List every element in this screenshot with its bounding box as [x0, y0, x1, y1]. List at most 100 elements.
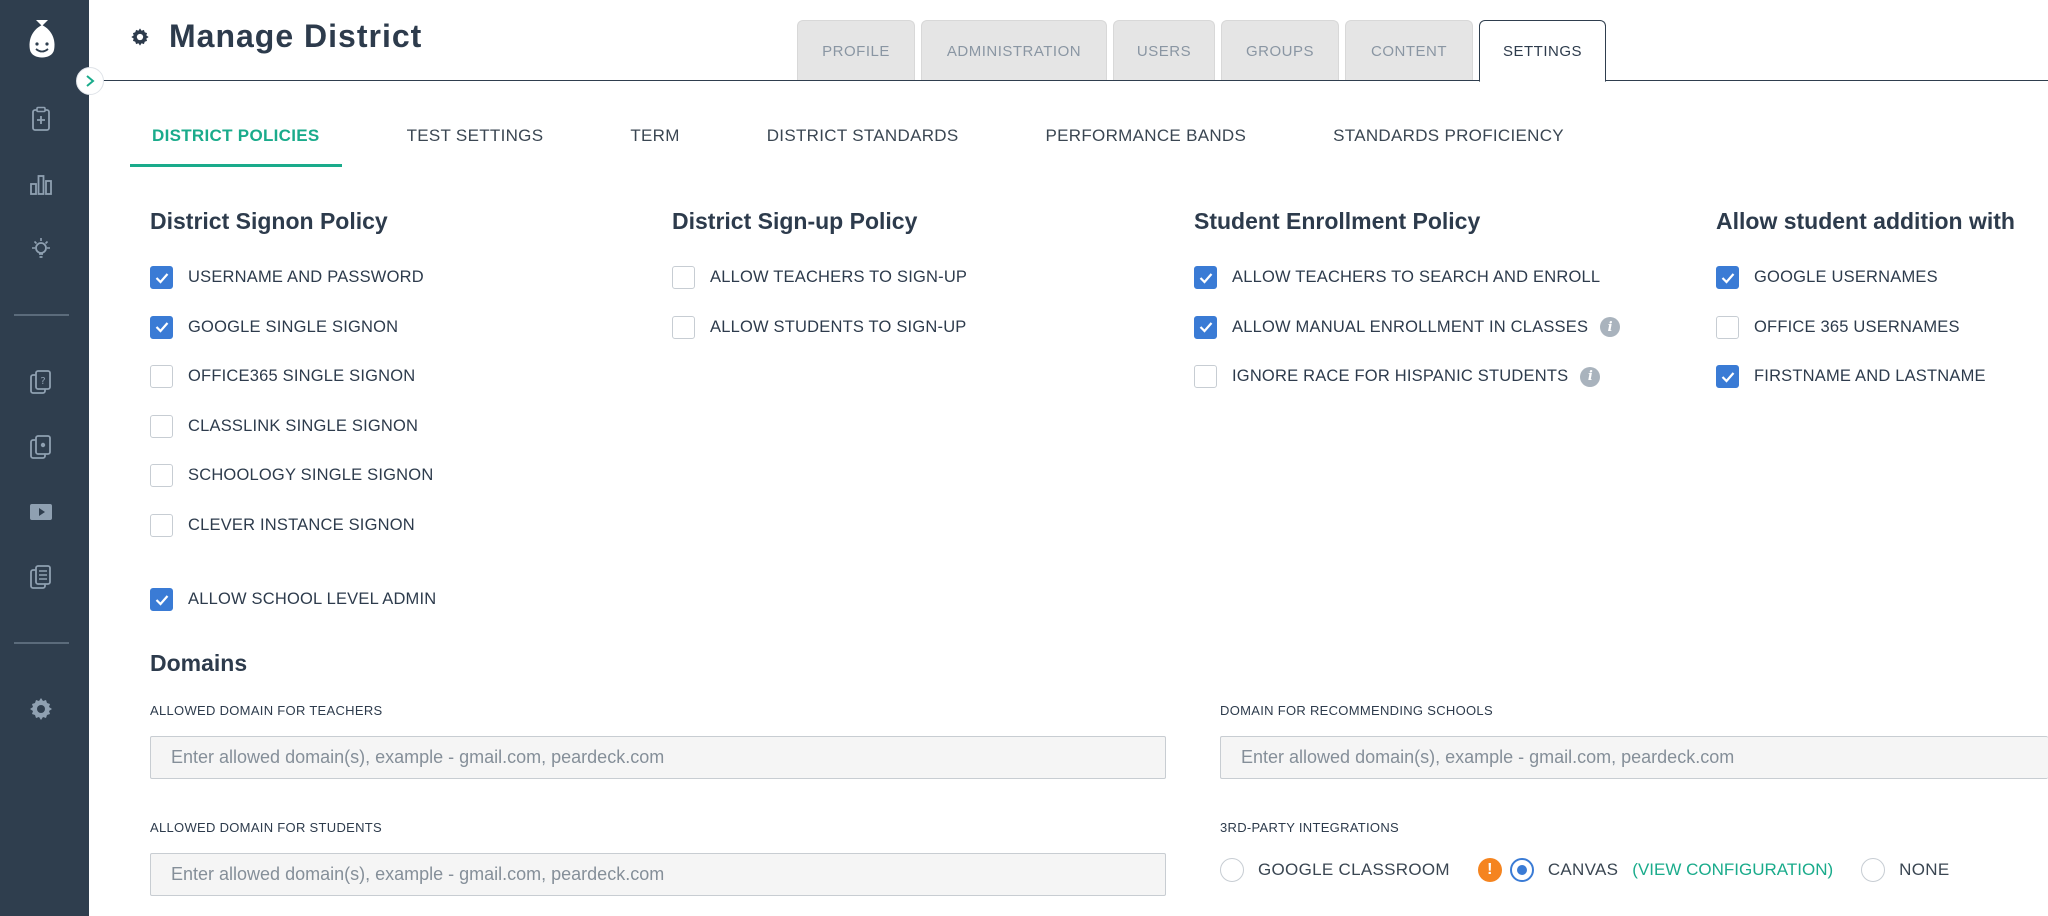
info-icon[interactable]: i [1580, 366, 1601, 387]
signon-option: CLASSLINK SINGLE SIGNON [150, 402, 433, 452]
sidebar-expand-button[interactable] [76, 67, 104, 95]
tab-administration[interactable]: ADMINISTRATION [921, 20, 1107, 81]
option-label: GOOGLE USERNAMES [1754, 268, 1938, 287]
checkbox[interactable] [1716, 315, 1739, 339]
teachers-domain-input[interactable] [150, 736, 1166, 779]
students-domain-label: ALLOWED DOMAIN FOR STUDENTS [150, 820, 383, 835]
test-library-icon[interactable] [25, 431, 57, 463]
check-icon [1721, 273, 1734, 284]
page-title: Manage District [169, 18, 423, 54]
sidebar-divider [14, 642, 69, 644]
checkbox[interactable] [150, 588, 173, 612]
chevron-right-icon [86, 75, 95, 87]
subtab-standards-proficiency[interactable]: STANDARDS PROFICIENCY [1311, 126, 1586, 167]
addition-option: OFFICE 365 USERNAMES [1716, 303, 2015, 353]
view-configuration-link[interactable]: (VIEW CONFIGURATION) [1632, 860, 1833, 880]
checkbox[interactable] [150, 414, 173, 438]
section-title: District Signon Policy [150, 208, 388, 234]
subtab-performance-bands[interactable]: PERFORMANCE BANDS [1024, 126, 1269, 167]
question-bank-icon[interactable]: ? [25, 366, 57, 398]
lightbulb-icon[interactable] [25, 233, 57, 265]
canvas-label: CANVAS [1547, 860, 1619, 879]
reports-icon[interactable] [25, 168, 57, 200]
students-domain-input[interactable] [150, 853, 1166, 896]
tab-profile[interactable]: PROFILE [797, 20, 915, 81]
enrollment-option: ALLOW TEACHERS TO SEARCH AND ENROLL [1194, 253, 1620, 303]
option-label: USERNAME AND PASSWORD [188, 268, 424, 287]
option-label: CLASSLINK SINGLE SIGNON [188, 416, 419, 435]
check-icon [1199, 322, 1212, 333]
option-label: GOOGLE SINGLE SIGNON [188, 317, 399, 336]
sub-tabs: DISTRICT POLICIES TEST SETTINGS TERM DIS… [130, 126, 1629, 167]
header-divider [101, 80, 2048, 81]
recommending-domain-label: DOMAIN FOR RECOMMENDING SCHOOLS [1220, 703, 1493, 718]
tab-users[interactable]: USERS [1113, 20, 1215, 81]
tab-settings[interactable]: SETTINGS [1479, 20, 1606, 82]
checkbox[interactable] [1716, 365, 1739, 389]
checkbox[interactable] [672, 266, 695, 290]
checkbox[interactable] [150, 365, 173, 389]
signon-policy: District Signon Policy USERNAME AND PASS… [150, 208, 433, 550]
option-label: ALLOW TEACHERS TO SEARCH AND ENROLL [1232, 268, 1601, 287]
checkbox[interactable] [1716, 266, 1739, 290]
checkbox[interactable] [1194, 365, 1217, 389]
assignment-icon[interactable] [25, 103, 57, 135]
checkbox[interactable] [150, 266, 173, 290]
radio-google-classroom[interactable] [1220, 858, 1244, 882]
recommending-domain-input[interactable] [1220, 736, 2048, 779]
signon-option: SCHOOLOGY SINGLE SIGNON [150, 451, 433, 501]
subtab-district-standards[interactable]: DISTRICT STANDARDS [745, 126, 981, 167]
warning-icon: ! [1477, 858, 1502, 882]
google-classroom-label: GOOGLE CLASSROOM [1258, 860, 1450, 879]
integrations-label: 3RD-PARTY INTEGRATIONS [1220, 820, 1399, 835]
option-label: SCHOOLOGY SINGLE SIGNON [188, 466, 434, 485]
option-label: ALLOW TEACHERS TO SIGN-UP [710, 268, 968, 287]
signon-option: USERNAME AND PASSWORD [150, 253, 433, 303]
enrollment-option: ALLOW MANUAL ENROLLMENT IN CLASSES i [1194, 303, 1621, 353]
checkbox[interactable] [150, 315, 173, 339]
option-label: ALLOW MANUAL ENROLLMENT IN CLASSES [1232, 317, 1589, 336]
option-label: OFFICE 365 USERNAMES [1754, 317, 1960, 336]
subtab-district-policies[interactable]: DISTRICT POLICIES [130, 126, 342, 167]
section-title: Allow student addition with [1716, 208, 2015, 234]
sidebar: ? [0, 0, 89, 916]
check-icon [155, 273, 168, 284]
checkbox[interactable] [150, 513, 173, 537]
check-icon [1721, 372, 1734, 383]
enrollment-option: IGNORE RACE FOR HISPANIC STUDENTS i [1194, 352, 1620, 402]
checkbox[interactable] [672, 315, 695, 339]
top-tabs: PROFILE ADMINISTRATION USERS GROUPS CONT… [797, 20, 1612, 82]
signup-option: ALLOW STUDENTS TO SIGN-UP [672, 303, 967, 353]
student-addition-policy: Allow student addition with GOOGLE USERN… [1716, 208, 2015, 402]
sidebar-divider [14, 314, 69, 316]
section-title: Student Enrollment Policy [1194, 208, 1481, 234]
subtab-test-settings[interactable]: TEST SETTINGS [385, 126, 566, 167]
signon-option: GOOGLE SINGLE SIGNON [150, 303, 433, 353]
checkbox[interactable] [1194, 315, 1217, 339]
checkbox[interactable] [1194, 266, 1217, 290]
tab-groups[interactable]: GROUPS [1221, 20, 1339, 81]
video-icon[interactable] [25, 496, 57, 528]
info-icon[interactable]: i [1600, 317, 1621, 338]
tab-content[interactable]: CONTENT [1345, 20, 1473, 81]
settings-icon[interactable] [25, 693, 57, 725]
option-label: CLEVER INSTANCE SIGNON [188, 515, 415, 534]
logo-icon[interactable] [22, 16, 62, 64]
none-label: NONE [1899, 860, 1950, 879]
option-label: ALLOW STUDENTS TO SIGN-UP [710, 317, 967, 336]
subtab-term[interactable]: TERM [608, 126, 701, 167]
signup-option: ALLOW TEACHERS TO SIGN-UP [672, 253, 967, 303]
playlist-icon[interactable] [25, 561, 57, 593]
option-label: ALLOW SCHOOL LEVEL ADMIN [188, 590, 437, 609]
radio-canvas[interactable] [1509, 858, 1534, 882]
check-icon [1199, 273, 1212, 284]
option-label: OFFICE365 SINGLE SIGNON [188, 367, 416, 386]
radio-none[interactable] [1861, 858, 1886, 882]
signon-option: OFFICE365 SINGLE SIGNON [150, 352, 433, 402]
checkbox[interactable] [150, 464, 173, 488]
gear-icon [131, 27, 149, 46]
check-icon [155, 595, 168, 606]
svg-text:?: ? [40, 376, 45, 387]
check-icon [155, 322, 168, 333]
addition-option: FIRSTNAME AND LASTNAME [1716, 352, 2015, 402]
